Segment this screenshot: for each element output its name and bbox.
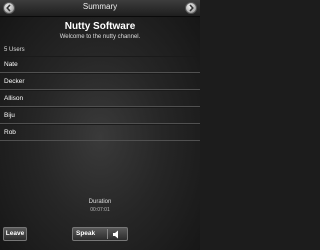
channel-header: Nutty Software Welcome to the nutty chan… <box>0 21 200 40</box>
duration-label: Duration <box>88 199 112 205</box>
channel-welcome: Welcome to the nutty channel. <box>59 34 141 40</box>
user-row[interactable]: Biju <box>0 107 200 124</box>
speaker-icon <box>113 230 118 239</box>
button-divider <box>107 229 108 239</box>
user-name: Allison <box>4 95 24 102</box>
user-row[interactable]: Decker <box>0 73 200 90</box>
user-row[interactable]: Rob <box>0 124 200 141</box>
window-title: Summary <box>82 2 118 11</box>
user-list: Nate Decker Allison Biju Rob <box>0 56 200 141</box>
user-name: Nate <box>4 61 18 68</box>
user-name: Decker <box>4 78 25 85</box>
app-screen: Summary Nutty Software Welcome to the nu… <box>0 0 200 250</box>
user-name: Rob <box>4 129 16 136</box>
duration-panel: Duration 00:07:01 <box>0 199 200 213</box>
bottom-toolbar: Leave Speak <box>0 225 200 243</box>
title-bar: Summary <box>0 0 200 17</box>
leave-button[interactable]: Leave <box>3 227 27 241</box>
duration-value: 00:07:01 <box>90 207 110 213</box>
user-count: 5 Users <box>4 47 25 53</box>
user-row[interactable]: Allison <box>0 90 200 107</box>
speak-label: Speak <box>76 230 96 237</box>
user-row[interactable]: Nate <box>0 56 200 73</box>
chevron-right-icon <box>189 4 194 12</box>
forward-button[interactable] <box>185 2 197 14</box>
speak-button[interactable]: Speak <box>72 227 128 241</box>
channel-name: Nutty Software <box>64 21 136 32</box>
user-name: Biju <box>4 112 15 119</box>
